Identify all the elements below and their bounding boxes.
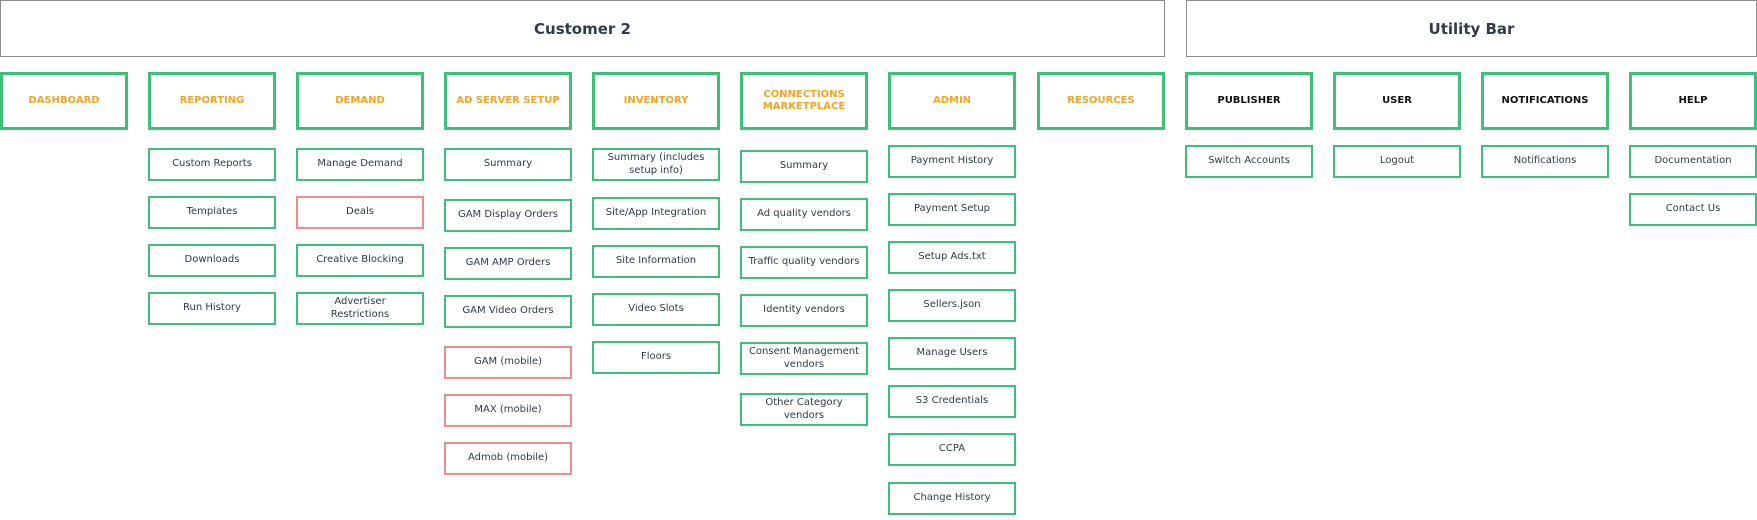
help-item-documentation[interactable]: Documentation: [1629, 145, 1757, 178]
reporting-item-run-history[interactable]: Run History: [148, 292, 276, 325]
ad-server-item-gam-display-orders[interactable]: GAM Display Orders: [444, 199, 572, 232]
admin-item-setup-ads-txt[interactable]: Setup Ads.txt: [888, 241, 1016, 274]
inventory-item-summary[interactable]: Summary (includes setup info): [592, 148, 720, 181]
connections-item-ad-quality-vendors[interactable]: Ad quality vendors: [740, 198, 868, 231]
customer-header: Customer 2: [0, 0, 1165, 57]
ad-server-item-admob-mobile[interactable]: Admob (mobile): [444, 442, 572, 475]
nav-admin[interactable]: ADMIN: [888, 72, 1016, 130]
nav-resources[interactable]: RESOURCES: [1037, 72, 1165, 130]
notifications-item-notifications[interactable]: Notifications: [1481, 145, 1609, 178]
publisher-item-switch-accounts[interactable]: Switch Accounts: [1185, 145, 1313, 178]
ad-server-item-gam-amp-orders[interactable]: GAM AMP Orders: [444, 247, 572, 280]
demand-item-deals[interactable]: Deals: [296, 196, 424, 229]
admin-item-payment-history[interactable]: Payment History: [888, 145, 1016, 178]
admin-item-payment-setup[interactable]: Payment Setup: [888, 193, 1016, 226]
reporting-item-downloads[interactable]: Downloads: [148, 244, 276, 277]
demand-item-advertiser-restrictions[interactable]: Advertiser Restrictions: [296, 292, 424, 325]
nav-ad-server-setup[interactable]: AD SERVER SETUP: [444, 72, 572, 130]
admin-item-sellers-json[interactable]: Sellers.json: [888, 289, 1016, 322]
nav-dashboard[interactable]: DASHBOARD: [0, 72, 128, 130]
reporting-item-templates[interactable]: Templates: [148, 196, 276, 229]
reporting-item-custom-reports[interactable]: Custom Reports: [148, 148, 276, 181]
connections-item-consent-management-vendors[interactable]: Consent Management vendors: [740, 342, 868, 375]
inventory-item-site-app-integration[interactable]: Site/App Integration: [592, 197, 720, 230]
inventory-item-site-information[interactable]: Site Information: [592, 245, 720, 278]
ad-server-item-gam-video-orders[interactable]: GAM Video Orders: [444, 295, 572, 328]
nav-demand[interactable]: DEMAND: [296, 72, 424, 130]
demand-item-manage-demand[interactable]: Manage Demand: [296, 148, 424, 181]
connections-item-other-category-vendors[interactable]: Other Category vendors: [740, 393, 868, 426]
demand-item-creative-blocking[interactable]: Creative Blocking: [296, 244, 424, 277]
utility-bar-header: Utility Bar: [1186, 0, 1757, 57]
admin-item-ccpa[interactable]: CCPA: [888, 433, 1016, 466]
nav-publisher[interactable]: PUBLISHER: [1185, 72, 1313, 130]
nav-connections-marketplace[interactable]: CONNECTIONS MARKETPLACE: [740, 72, 868, 130]
connections-item-traffic-quality-vendors[interactable]: Traffic quality vendors: [740, 246, 868, 279]
nav-inventory[interactable]: INVENTORY: [592, 72, 720, 130]
admin-item-manage-users[interactable]: Manage Users: [888, 337, 1016, 370]
admin-item-s3-credentials[interactable]: S3 Credentials: [888, 385, 1016, 418]
ad-server-item-gam-mobile[interactable]: GAM (mobile): [444, 346, 572, 379]
connections-item-summary[interactable]: Summary: [740, 150, 868, 183]
inventory-item-video-slots[interactable]: Video Slots: [592, 293, 720, 326]
user-item-logout[interactable]: Logout: [1333, 145, 1461, 178]
inventory-item-floors[interactable]: Floors: [592, 341, 720, 374]
nav-reporting[interactable]: REPORTING: [148, 72, 276, 130]
nav-notifications[interactable]: NOTIFICATIONS: [1481, 72, 1609, 130]
ad-server-item-max-mobile[interactable]: MAX (mobile): [444, 394, 572, 427]
ad-server-item-summary[interactable]: Summary: [444, 148, 572, 181]
nav-user[interactable]: USER: [1333, 72, 1461, 130]
connections-item-identity-vendors[interactable]: Identity vendors: [740, 294, 868, 327]
customer-title: Customer 2: [534, 19, 631, 38]
help-item-contact-us[interactable]: Contact Us: [1629, 193, 1757, 226]
nav-help[interactable]: HELP: [1629, 72, 1757, 130]
utility-bar-title: Utility Bar: [1428, 19, 1515, 38]
admin-item-change-history[interactable]: Change History: [888, 482, 1016, 515]
